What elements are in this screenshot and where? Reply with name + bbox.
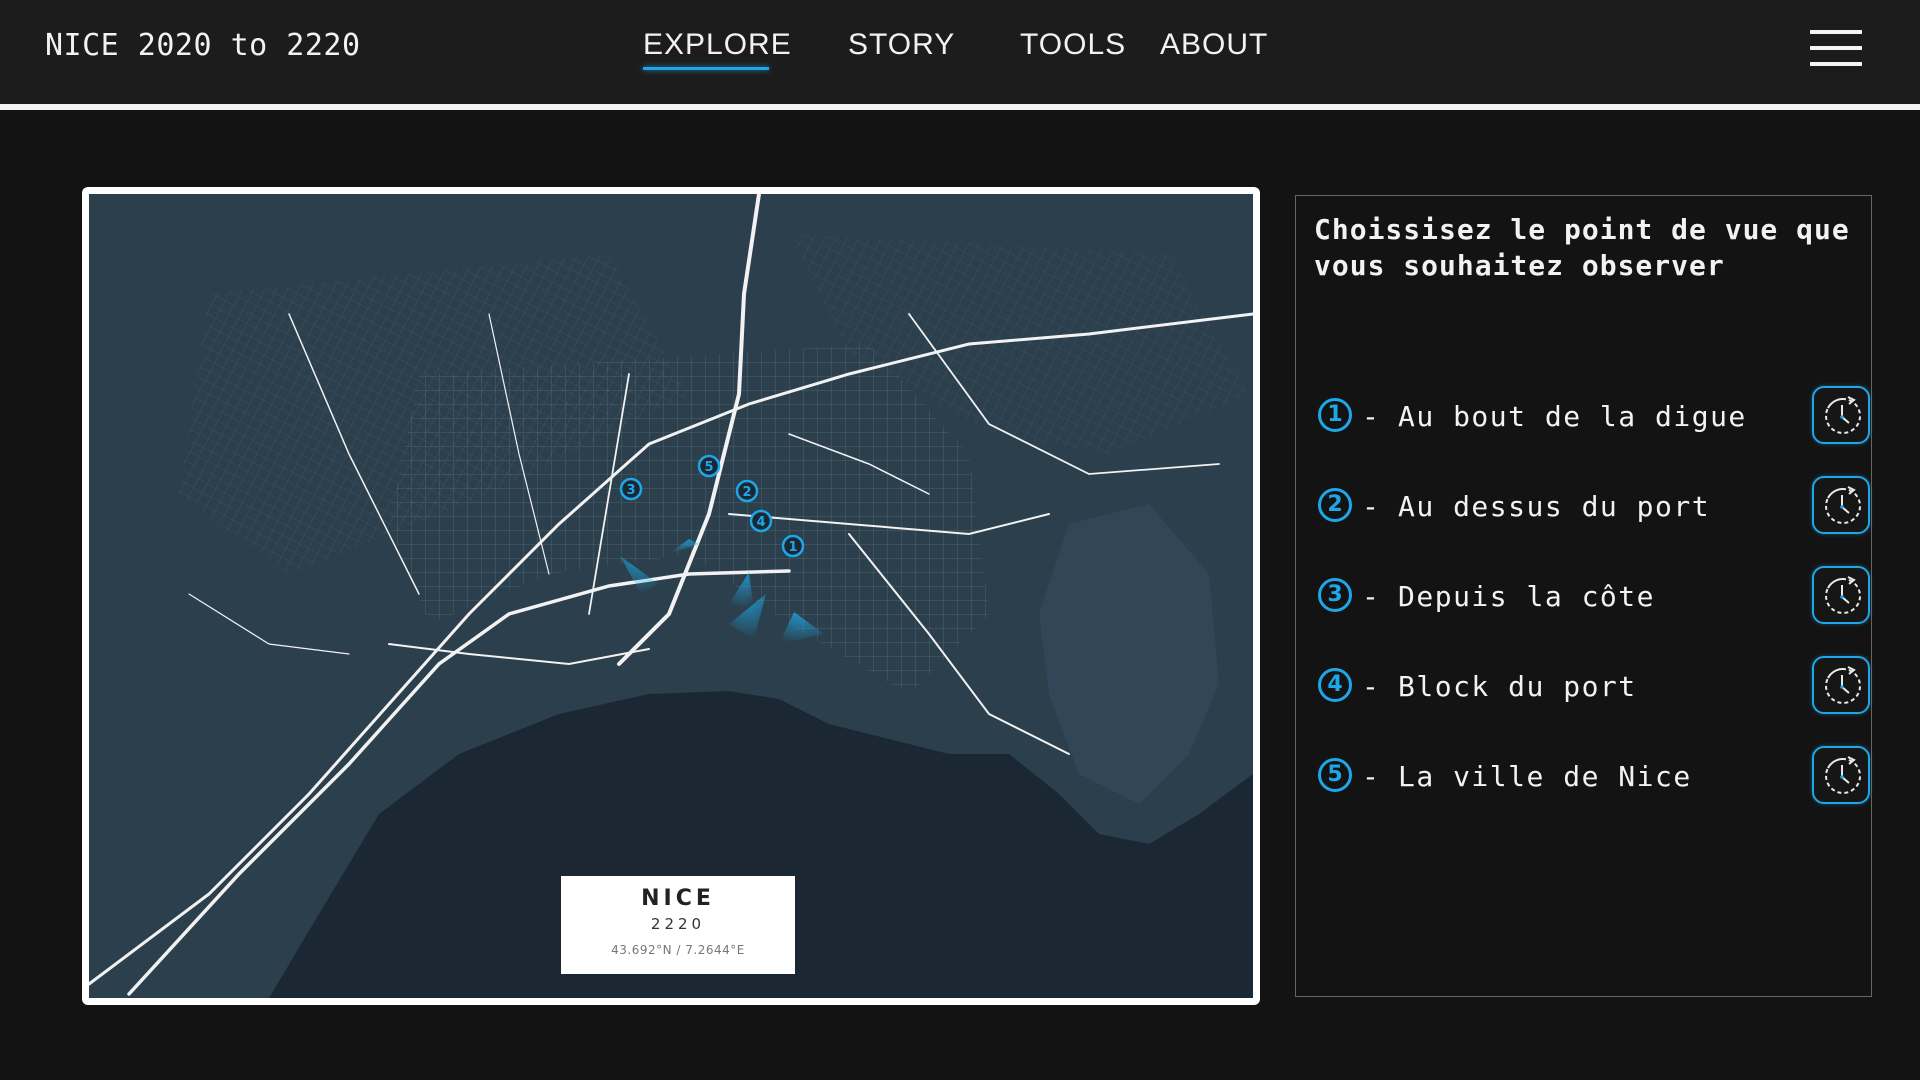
map-marker-5-label: 5 (704, 460, 713, 475)
viewpoint-dash: - (1362, 760, 1379, 793)
viewpoint-dash: - (1362, 490, 1379, 523)
viewpoint-dash: - (1362, 580, 1379, 613)
legend-city: NICE (641, 886, 715, 911)
viewpoint-dash: - (1362, 400, 1379, 433)
map-marker-1-label: 1 (788, 540, 797, 555)
viewpoint-panel: Choissisez le point de vue que vous souh… (1295, 195, 1872, 997)
viewpoint-number-2: 2 (1318, 488, 1352, 522)
nav-about[interactable]: ABOUT (1160, 28, 1268, 62)
nav-story[interactable]: STORY (848, 28, 955, 62)
clock-rewind-icon[interactable] (1812, 746, 1870, 804)
viewpoint-label-3: Depuis la côte (1398, 580, 1656, 613)
hamburger-menu-icon[interactable] (1810, 30, 1862, 68)
panel-title: Choissisez le point de vue que vous souh… (1314, 213, 1850, 282)
top-header: NICE 2020 to 2220 EXPLORE STORY TOOLS AB… (0, 0, 1920, 104)
nice-map[interactable]: 1 2 3 4 5 NICE 2220 43.692°N / 7.2644°E (89, 194, 1253, 998)
viewpoint-item-3[interactable]: 3 - Depuis la côte (1318, 566, 1870, 626)
map-legend-card: NICE 2220 43.692°N / 7.2644°E (561, 876, 795, 974)
nav-active-indicator (643, 67, 769, 70)
viewpoint-item-4[interactable]: 4 - Block du port (1318, 656, 1870, 716)
map-marker-2-label: 2 (742, 485, 751, 500)
viewpoint-item-2[interactable]: 2 - Au dessus du port (1318, 476, 1870, 536)
map-marker-3-label: 3 (626, 483, 635, 498)
site-title[interactable]: NICE 2020 to 2220 (45, 28, 361, 63)
clock-rewind-icon[interactable] (1812, 656, 1870, 714)
clock-rewind-icon[interactable] (1812, 386, 1870, 444)
clock-rewind-icon[interactable] (1812, 566, 1870, 624)
viewpoint-number-3: 3 (1318, 578, 1352, 612)
viewpoint-number-5: 5 (1318, 758, 1352, 792)
clock-rewind-icon[interactable] (1812, 476, 1870, 534)
viewpoint-label-1: Au bout de la digue (1398, 400, 1747, 433)
nav-tools[interactable]: TOOLS (1020, 28, 1126, 62)
header-divider (0, 104, 1920, 110)
map-marker-4-label: 4 (756, 515, 765, 530)
viewpoint-label-2: Au dessus du port (1398, 490, 1711, 523)
viewpoint-label-4: Block du port (1398, 670, 1637, 703)
map-frame: 1 2 3 4 5 NICE 2220 43.692°N / 7.2644°E (82, 187, 1260, 1005)
viewpoint-number-4: 4 (1318, 668, 1352, 702)
viewpoint-number-1: 1 (1318, 398, 1352, 432)
legend-coords: 43.692°N / 7.2644°E (611, 943, 745, 957)
legend-year: 2220 (650, 915, 706, 933)
nav-explore[interactable]: EXPLORE (643, 28, 792, 62)
viewpoint-item-1[interactable]: 1 - Au bout de la digue (1318, 386, 1870, 446)
viewpoint-item-5[interactable]: 5 - La ville de Nice (1318, 746, 1870, 806)
viewpoint-label-5: La ville de Nice (1398, 760, 1692, 793)
viewpoint-dash: - (1362, 670, 1379, 703)
